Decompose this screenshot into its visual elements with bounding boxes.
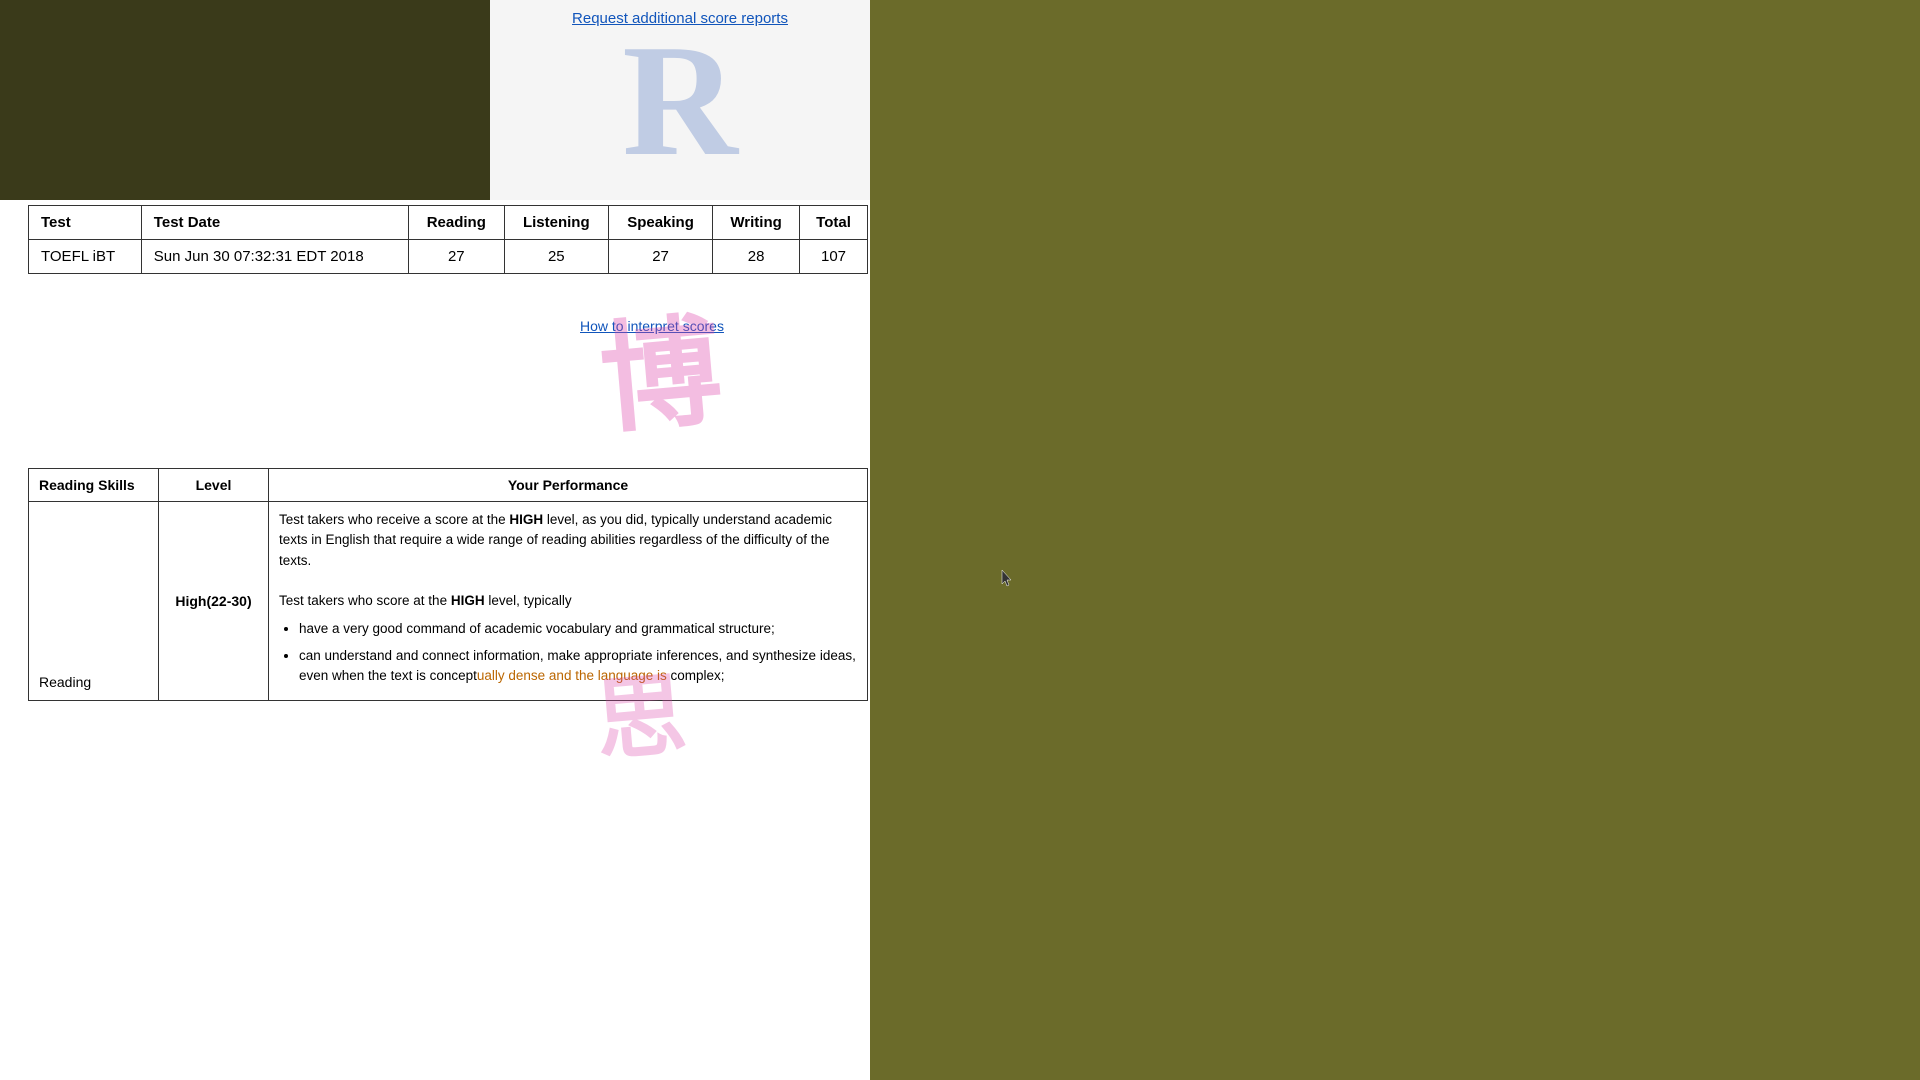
high-label-1: HIGH	[509, 512, 543, 527]
reading-skills-section: Reading Skills Level Your Performance Re…	[28, 468, 868, 701]
reading-skills-table: Reading Skills Level Your Performance Re…	[28, 468, 868, 701]
request-score-reports-link[interactable]: Request additional score reports	[572, 10, 788, 27]
reading-skills-row: Reading High(22-30) Test takers who rece…	[29, 502, 868, 701]
cell-test-date: Sun Jun 30 07:32:31 EDT 2018	[141, 240, 408, 274]
skill-name-cell: Reading	[29, 502, 159, 701]
col-header-reading: Reading	[408, 206, 504, 240]
cell-writing-score: 28	[713, 240, 800, 274]
paper-header: R	[490, 0, 870, 200]
right-background	[870, 0, 1920, 1080]
scores-table-wrapper: Test Test Date Reading Listening Speakin…	[28, 205, 868, 274]
dark-top-left-bg	[0, 0, 490, 200]
big-r-letter: R	[622, 20, 738, 180]
table-row: TOEFL iBT Sun Jun 30 07:32:31 EDT 2018 2…	[29, 240, 868, 274]
bullet-2: can understand and connect information, …	[299, 646, 857, 687]
cell-speaking-score: 27	[608, 240, 712, 274]
skills-col-header: Reading Skills	[29, 469, 159, 502]
performance-intro: Test takers who receive a score at the H…	[279, 510, 857, 571]
cell-reading-score: 27	[408, 240, 504, 274]
performance-list: have a very good command of academic voc…	[299, 619, 857, 686]
high-label-2: HIGH	[451, 593, 485, 608]
bullet-1: have a very good command of academic voc…	[299, 619, 857, 639]
request-link-area: Request additional score reports	[490, 10, 870, 27]
col-header-writing: Writing	[713, 206, 800, 240]
col-header-date: Test Date	[141, 206, 408, 240]
col-header-test: Test	[29, 206, 142, 240]
performance-cell: Test takers who receive a score at the H…	[269, 502, 868, 701]
col-header-speaking: Speaking	[608, 206, 712, 240]
cell-test-name: TOEFL iBT	[29, 240, 142, 274]
highlighted-text: ually dense and the language is	[477, 668, 667, 683]
col-header-listening: Listening	[504, 206, 608, 240]
scores-table: Test Test Date Reading Listening Speakin…	[28, 205, 868, 274]
interpret-scores-link[interactable]: How to interpret scores	[580, 318, 724, 334]
col-header-total: Total	[800, 206, 868, 240]
performance-col-header: Your Performance	[269, 469, 868, 502]
level-col-header: Level	[159, 469, 269, 502]
cell-listening-score: 25	[504, 240, 608, 274]
level-cell: High(22-30)	[159, 502, 269, 701]
cell-total-score: 107	[800, 240, 868, 274]
performance-second: Test takers who score at the HIGH level,…	[279, 591, 857, 611]
